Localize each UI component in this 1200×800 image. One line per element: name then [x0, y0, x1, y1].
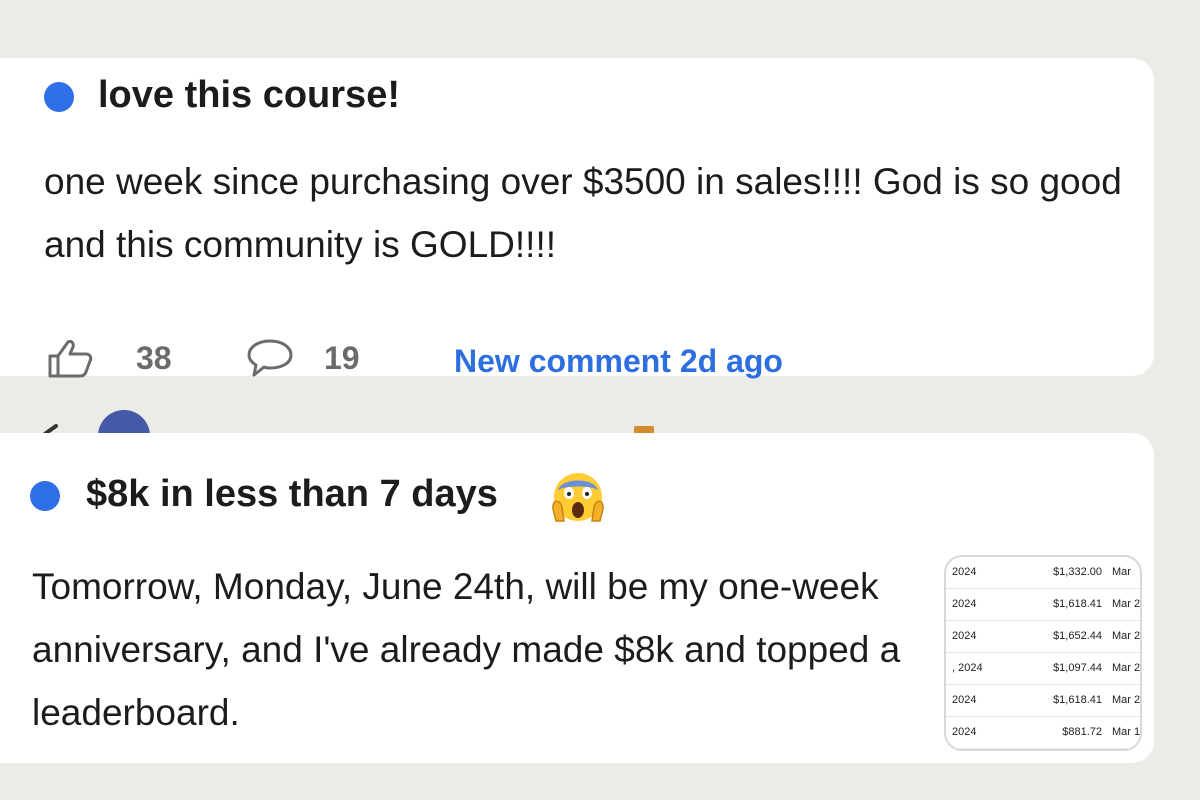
table-row: , 2024 $1,097.44 Mar 2 [946, 653, 1140, 685]
unread-dot [30, 481, 60, 511]
thumbs-up-icon [48, 340, 93, 378]
like-button[interactable]: 38 [46, 338, 172, 378]
comment-bubble-icon [247, 339, 293, 377]
like-count: 38 [136, 339, 172, 376]
post-body: Tomorrow, Monday, June 24th, will be my … [32, 566, 901, 733]
table-row: 2024 $1,618.41 Mar 2 [946, 685, 1140, 717]
table-row: 2024 $881.72 Mar 1 [946, 717, 1140, 749]
screaming-face-emoji-icon [552, 473, 604, 522]
table-row: 2024 $1,332.00 Mar [946, 557, 1140, 589]
post-card-love-this-course[interactable]: love this course! one week since purchas… [0, 58, 1154, 379]
unread-dot [44, 82, 74, 112]
comment-count: 19 [324, 339, 360, 376]
comment-button[interactable]: 19 [246, 338, 360, 378]
table-row: 2024 $1,652.44 Mar 2 [946, 621, 1140, 653]
post-body: one week since purchasing over $3500 in … [44, 161, 1122, 265]
table-row: 2024 $1,618.41 Mar 2 [946, 589, 1140, 621]
new-comment-link[interactable]: New comment 2d ago [454, 343, 783, 380]
post-title[interactable]: $8k in less than 7 days [86, 473, 498, 516]
post-title[interactable]: love this course! [98, 74, 400, 117]
post-card-8k-in-7-days[interactable]: $8k in less than 7 days Tomorrow, Monday… [0, 433, 1154, 763]
post-image-thumbnail[interactable]: 2024 $1,332.00 Mar 2024 $1,618.41 Mar 2 … [944, 555, 1142, 751]
